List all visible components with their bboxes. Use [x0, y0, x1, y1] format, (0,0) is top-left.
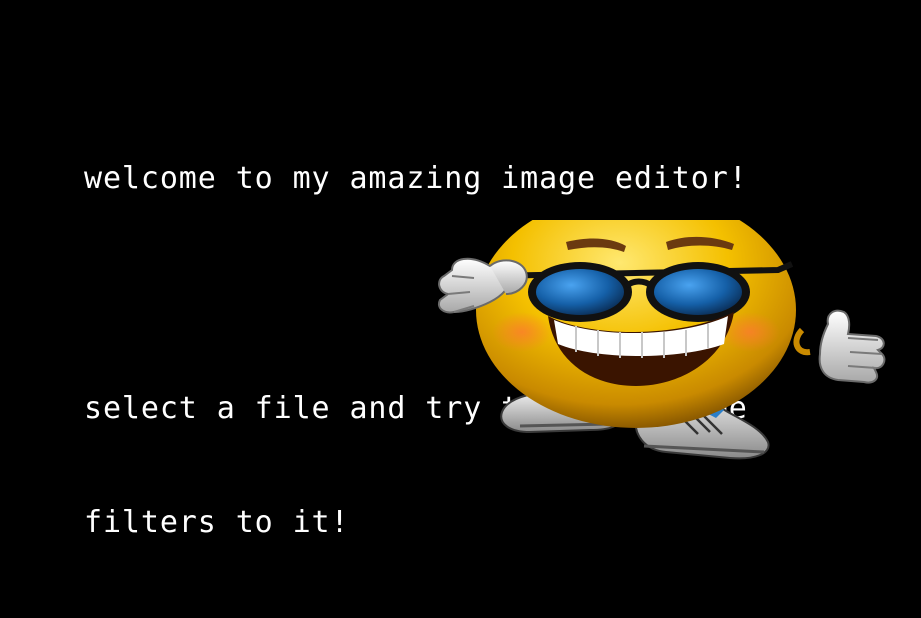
cool-smiley-thumbs-up-icon	[438, 220, 886, 460]
editor-canvas: welcome to my amazing image editor! sele…	[0, 0, 921, 540]
welcome-instruction-line-2: filters to it!	[84, 505, 350, 540]
welcome-heading: welcome to my amazing image editor!	[84, 161, 748, 196]
